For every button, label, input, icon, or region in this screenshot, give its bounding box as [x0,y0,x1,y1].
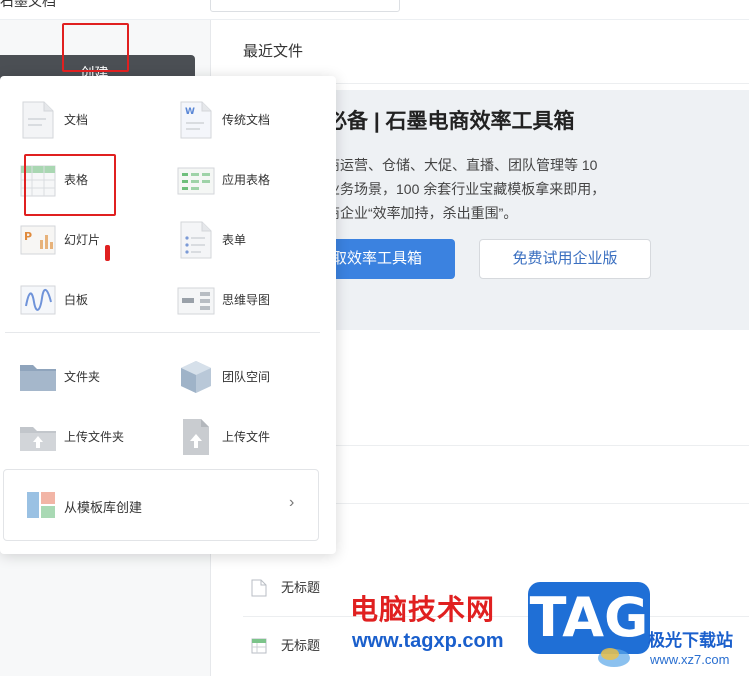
menu-item-app-sheet[interactable]: 应用表格 [176,160,326,200]
highlight-sheet-item [24,154,116,216]
template-gallery-icon [27,492,55,518]
create-from-template-button[interactable]: 从模板库创建 › [3,469,319,541]
banner-desc-line: 商企业“效率加持，杀出重围”。 [326,205,518,221]
menu-item-label: 表单 [222,233,247,247]
recent-files-title: 最近文件 [243,43,304,60]
watermark-site-name: 极光下载站 [648,631,733,650]
spreadsheet-icon [251,638,267,654]
menu-item-label: 团队空间 [222,370,271,384]
upload-folder-icon [20,427,56,451]
menu-item-mindmap[interactable]: 思维导图 [176,280,326,320]
document-icon [22,101,54,139]
create-menu-popup: 文档 W 传统文档 表格 应用表格 P 幻灯片 表单 白板 思维导图 文件夹 团… [0,76,336,554]
chevron-right-icon: › [289,494,295,511]
highlight-marker [105,245,110,261]
watermark-site-url: www.xz7.com [650,652,730,667]
menu-item-legacy-doc[interactable]: W 传统文档 [176,100,326,140]
svg-text:P: P [24,230,32,243]
banner-description: 商运营、仓储、大促、直播、团队管理等 10 业务场景，100 余套行业宝藏模板拿… [326,153,605,225]
search-input[interactable] [210,0,400,12]
slides-icon: P [20,225,56,255]
file-name: 无标题 [281,580,321,595]
menu-item-team-space[interactable]: 团队空间 [176,357,326,397]
menu-item-form[interactable]: 表单 [176,220,326,260]
mindmap-icon [177,287,215,315]
menu-item-doc[interactable]: 文档 [18,100,168,140]
menu-item-label: 文件夹 [64,370,101,384]
form-icon [180,221,212,259]
menu-item-upload-folder[interactable]: 上传文件夹 [18,417,168,457]
menu-item-label: 幻灯片 [64,233,101,247]
app-title: 石墨文档 [0,0,56,9]
menu-item-slides[interactable]: P 幻灯片 [18,220,168,260]
banner-desc-line: 商运营、仓储、大促、直播、团队管理等 10 [326,157,598,173]
top-bar: 石墨文档 [0,0,749,20]
app-window: 石墨文档 创建 最近文件 无标题 无标题 必备 | 石墨电商效率工具箱 商运营、… [0,0,749,676]
file-name: 无标题 [281,638,321,653]
free-trial-button[interactable]: 免费试用企业版 [479,239,651,279]
whiteboard-icon [20,285,56,315]
menu-item-label: 上传文件夹 [64,430,125,444]
banner-title: 必备 | 石墨电商效率工具箱 [326,110,575,133]
menu-divider [5,332,320,333]
divider [243,616,749,617]
upload-file-icon [183,419,209,455]
team-space-cube-icon [181,361,211,393]
menu-item-label: 上传文件 [222,430,271,444]
document-icon [251,579,267,597]
menu-item-label: 应用表格 [222,173,271,187]
watermark-text: 电脑技术网 [350,594,496,625]
menu-item-folder[interactable]: 文件夹 [18,357,168,397]
get-toolbox-button[interactable]: 取效率工具箱 [320,239,455,279]
highlight-create-button [62,23,129,72]
template-button-label: 从模板库创建 [64,500,143,515]
menu-item-label: 白板 [64,293,89,307]
aurora-logo-icon [598,648,630,667]
banner-desc-line: 业务场景，100 余套行业宝藏模板拿来即用， [326,181,606,197]
menu-item-upload-file[interactable]: 上传文件 [176,417,326,457]
menu-item-label: 传统文档 [222,113,271,127]
menu-item-whiteboard[interactable]: 白板 [18,280,168,320]
menu-item-label: 思维导图 [222,293,271,307]
app-sheet-icon [177,167,215,195]
word-document-icon: W [180,101,212,139]
menu-item-label: 文档 [64,113,89,127]
folder-icon [20,365,56,391]
svg-text:W: W [185,107,195,117]
watermark-url: www.tagxp.com [352,630,504,652]
